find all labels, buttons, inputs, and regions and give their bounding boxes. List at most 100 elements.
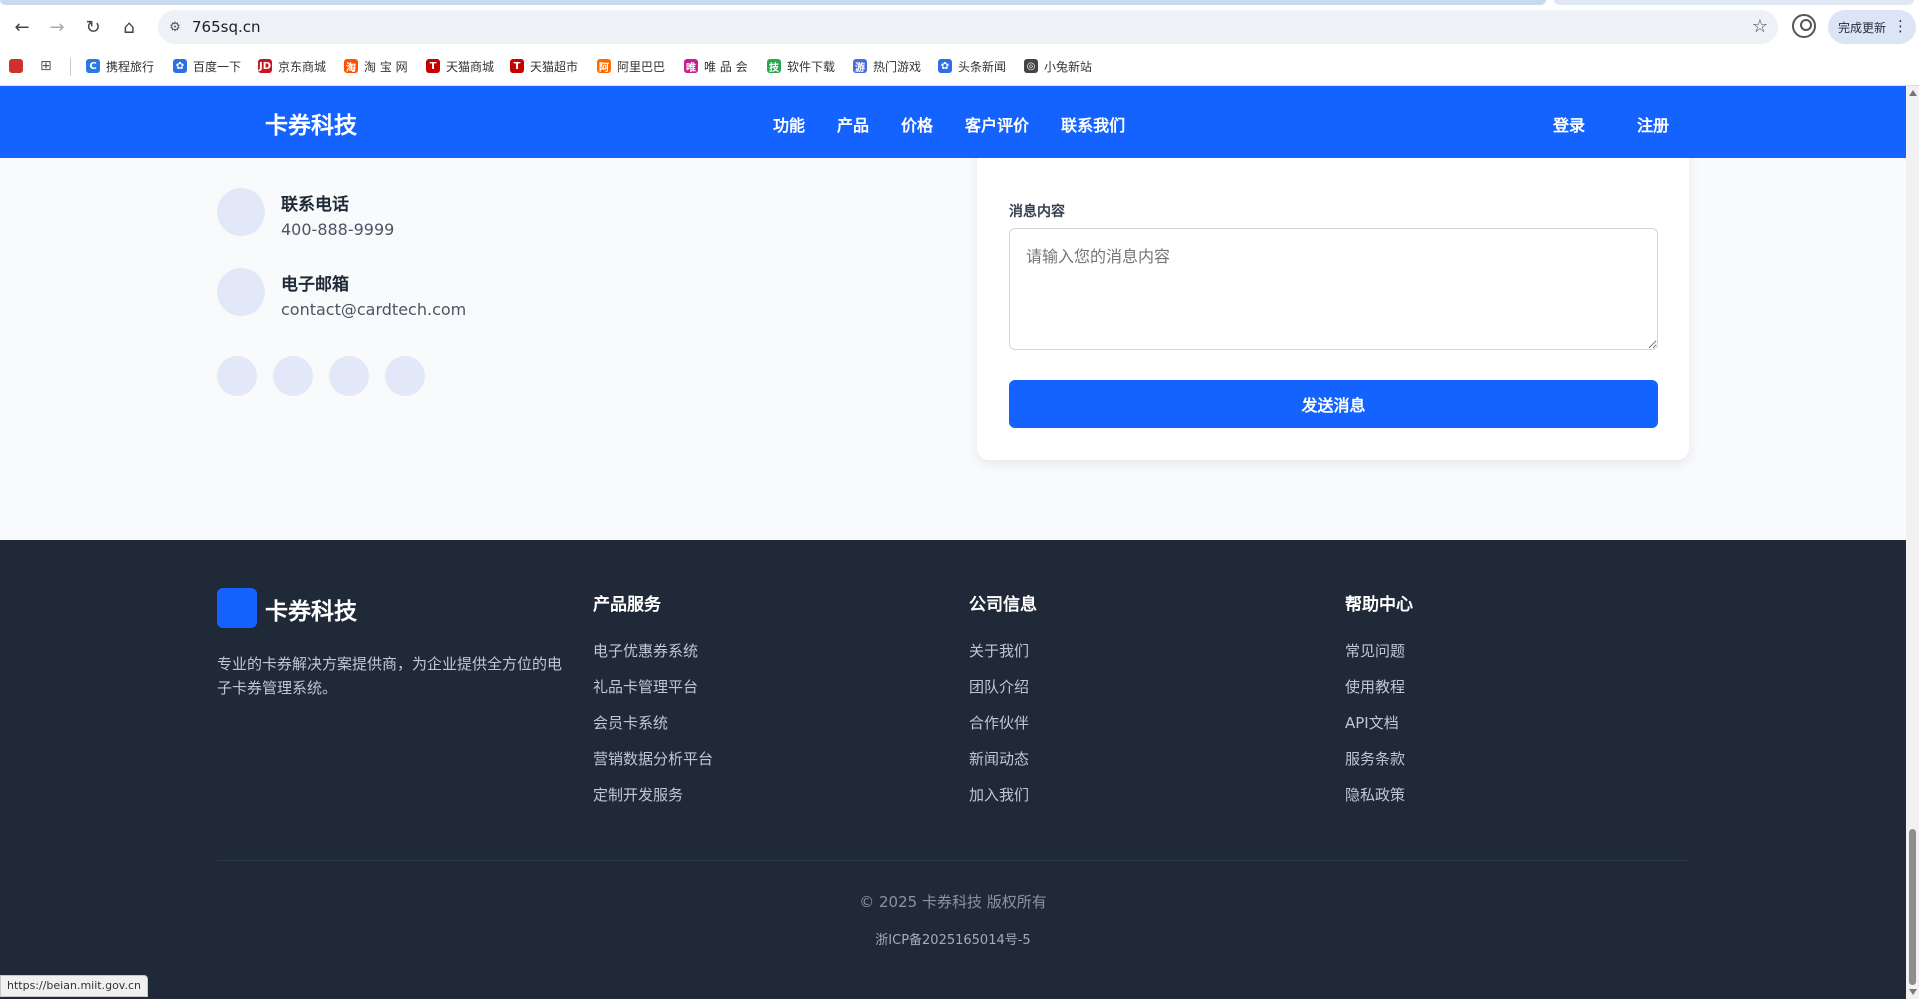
phone-icon — [217, 188, 265, 236]
url-text[interactable]: 765sq.cn — [192, 18, 261, 36]
bookmark-item[interactable]: ◎ 小兔新站 — [1024, 56, 1092, 76]
news-paw-icon: ✿ — [938, 59, 952, 73]
bookmark-item[interactable]: 唯唯 品 会 — [684, 56, 748, 76]
bookmark-item[interactable]: 游热门游戏 — [853, 56, 921, 76]
footer-logo-icon — [217, 588, 257, 628]
footer-link[interactable]: 营销数据分析平台 — [593, 741, 713, 777]
forward-icon[interactable]: → — [44, 14, 70, 40]
social-wechat-icon[interactable] — [217, 356, 257, 396]
footer-link[interactable]: 服务条款 — [1345, 741, 1413, 777]
bookmark-star-icon[interactable]: ☆ — [1752, 16, 1768, 37]
footer-col-title: 产品服务 — [593, 595, 661, 615]
phone-value: 400-888-9999 — [281, 220, 395, 239]
social-weibo-icon[interactable] — [273, 356, 313, 396]
baidu-paw-icon: ✿ — [173, 59, 187, 73]
footer-link[interactable]: 隐私政策 — [1345, 777, 1413, 813]
footer-description: 专业的卡券解决方案提供商，为企业提供全方位的电子卡券管理系统。 — [217, 655, 563, 697]
bookmark-label: 头条新闻 — [958, 59, 1007, 74]
taobao-icon: 淘 — [344, 59, 358, 74]
register-link[interactable]: 注册 — [1637, 112, 1669, 136]
bookmark-item[interactable]: T 天猫超市 — [510, 56, 578, 76]
footer-link[interactable]: 会员卡系统 — [593, 705, 713, 741]
footer-link[interactable]: 新闻动态 — [969, 741, 1037, 777]
scrollbar-thumb[interactable] — [1909, 829, 1916, 985]
email-value: contact@cardtech.com — [281, 300, 467, 319]
bookmark-item[interactable]: T 天猫商城 — [426, 56, 494, 76]
bookmark-extension[interactable] — [9, 56, 23, 76]
address-bar[interactable]: ⚙ 765sq.cn ☆ — [158, 10, 1778, 44]
footer-col-help: 帮助中心 常见问题 使用教程 API文档 服务条款 隐私政策 — [1345, 590, 1413, 813]
home-icon[interactable]: ⌂ — [116, 14, 142, 40]
footer-link[interactable]: 电子优惠券系统 — [593, 633, 713, 669]
send-message-button[interactable]: 发送消息 — [1009, 380, 1658, 428]
red-square-icon — [9, 59, 23, 73]
footer-divider — [217, 860, 1689, 861]
message-label: 消息内容 — [1009, 204, 1065, 220]
jd-icon: JD — [258, 59, 272, 73]
bookmark-item[interactable]: 淘淘 宝 网 — [344, 56, 408, 76]
nav-products[interactable]: 产品 — [837, 112, 869, 136]
update-button[interactable]: 完成更新 ⋮ — [1828, 10, 1916, 44]
message-textarea[interactable] — [1009, 228, 1658, 350]
page-viewport: 卡券科技 功能 产品 价格 客户评价 联系我们 登录 注册 联系电话 400-8… — [0, 86, 1906, 999]
scroll-down-icon[interactable] — [1909, 989, 1917, 995]
footer-col-products: 产品服务 电子优惠券系统 礼品卡管理平台 会员卡系统 营销数据分析平台 定制开发… — [593, 590, 713, 813]
browser-chrome: ← → ↻ ⌂ ⚙ 765sq.cn ☆ 完成更新 ⋮ ⊞ C 携程旅行 ✿ 百度一下… — [0, 0, 1919, 86]
bookmark-item[interactable]: ✿ 百度一下 — [173, 56, 241, 76]
copyright-text: © 2025 卡券科技 版权所有 — [859, 893, 1047, 911]
footer-link[interactable]: 常见问题 — [1345, 633, 1413, 669]
tab-strip-secondary — [1554, 0, 1914, 5]
bookmark-label: 唯 品 会 — [704, 59, 748, 74]
back-icon[interactable]: ← — [9, 14, 35, 40]
social-linkedin-icon[interactable] — [385, 356, 425, 396]
main-nav: 功能 产品 价格 客户评价 联系我们 — [773, 112, 1125, 136]
alibaba-icon: 阿 — [597, 59, 611, 74]
bookmark-label: 天猫超市 — [530, 59, 579, 74]
bookmark-item[interactable]: C 携程旅行 — [86, 56, 154, 76]
nav-contact[interactable]: 联系我们 — [1061, 112, 1125, 136]
reload-icon[interactable]: ↻ — [80, 14, 106, 40]
bookmark-item[interactable]: 技软件下载 — [767, 56, 835, 76]
bookmark-label: 软件下载 — [787, 59, 836, 74]
footer-link[interactable]: 礼品卡管理平台 — [593, 669, 713, 705]
status-bar-url: https://beian.miit.gov.cn — [0, 975, 148, 997]
bookmark-label: 小兔新站 — [1044, 59, 1093, 74]
bookmark-item[interactable]: ✿ 头条新闻 — [938, 56, 1006, 76]
site-settings-icon[interactable]: ⚙ — [166, 18, 184, 36]
site-header: 卡券科技 功能 产品 价格 客户评价 联系我们 登录 注册 — [0, 86, 1906, 158]
bookmark-label: 京东商城 — [278, 59, 327, 74]
nav-testimonials[interactable]: 客户评价 — [965, 112, 1029, 136]
social-qq-icon[interactable] — [329, 356, 369, 396]
bookmark-label: 淘 宝 网 — [364, 59, 408, 74]
icp-link[interactable]: 浙ICP备2025165014号-5 — [0, 929, 1906, 948]
bookmarks-separator — [70, 58, 71, 76]
bookmark-label: 热门游戏 — [873, 59, 922, 74]
site-footer: 卡券科技 专业的卡券解决方案提供商，为企业提供全方位的电子卡券管理系统。 产品服… — [0, 540, 1906, 999]
login-link[interactable]: 登录 — [1553, 112, 1585, 136]
apps-grid[interactable]: ⊞ — [40, 56, 52, 76]
profile-icon[interactable] — [1792, 14, 1816, 38]
bookmark-item[interactable]: JD 京东商城 — [258, 56, 326, 76]
scroll-up-icon[interactable] — [1909, 90, 1917, 96]
footer-link[interactable]: 使用教程 — [1345, 669, 1413, 705]
bookmark-item[interactable]: 阿阿里巴巴 — [597, 56, 665, 76]
footer-col-title: 公司信息 — [969, 595, 1037, 615]
footer-link[interactable]: 合作伙伴 — [969, 705, 1037, 741]
email-icon — [217, 268, 265, 316]
nav-pricing[interactable]: 价格 — [901, 112, 933, 136]
ctrip-icon: C — [86, 59, 100, 73]
page-scrollbar[interactable] — [1906, 86, 1919, 999]
game-icon: 游 — [853, 59, 867, 74]
vip-icon: 唯 — [684, 59, 698, 74]
site-brand[interactable]: 卡券科技 — [265, 106, 357, 140]
footer-link[interactable]: 定制开发服务 — [593, 777, 713, 813]
footer-link[interactable]: 关于我们 — [969, 633, 1037, 669]
email-label: 电子邮箱 — [281, 275, 349, 295]
bookmark-label: 阿里巴巴 — [617, 59, 666, 74]
footer-link[interactable]: 加入我们 — [969, 777, 1037, 813]
tmall-supermarket-icon: T — [510, 59, 524, 73]
menu-dots-icon[interactable]: ⋮ — [1893, 17, 1908, 35]
nav-features[interactable]: 功能 — [773, 112, 805, 136]
footer-link[interactable]: 团队介绍 — [969, 669, 1037, 705]
footer-link[interactable]: API文档 — [1345, 705, 1413, 741]
